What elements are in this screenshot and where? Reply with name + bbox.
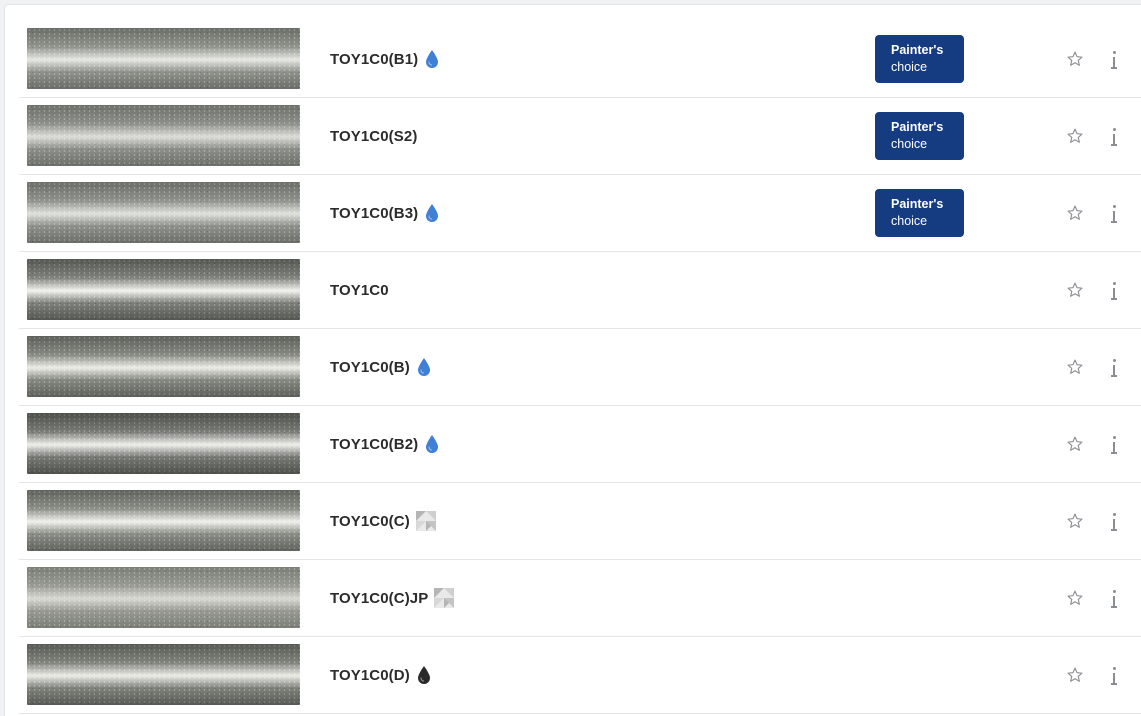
info-icon[interactable] — [1109, 510, 1119, 532]
info-icon[interactable] — [1109, 587, 1119, 609]
conversion-icon — [434, 588, 455, 608]
water-drop-icon — [426, 204, 439, 222]
color-name-wrap: TOY1C0(B2) — [330, 406, 440, 482]
color-row[interactable]: TOY1C0(B) — [19, 329, 1141, 406]
color-code[interactable]: TOY1C0(B) — [330, 359, 410, 376]
color-row[interactable]: TOY1C0(C) — [19, 483, 1141, 560]
metallic-grain-texture — [27, 490, 300, 551]
painters-choice-badge: Painter's choice — [875, 189, 964, 237]
water-drop-icon — [417, 358, 430, 376]
badge-line-1: Painter's — [891, 120, 944, 134]
metallic-grain-texture — [27, 644, 300, 705]
info-icon[interactable] — [1109, 356, 1119, 378]
badge-line-1: Painter's — [891, 197, 944, 211]
metallic-grain-texture — [27, 336, 300, 397]
color-results-list: TOY1C0(B1) Painter's choice TOY1C0(S2) Paint… — [19, 21, 1141, 714]
info-icon[interactable] — [1109, 125, 1119, 147]
info-icon[interactable] — [1109, 279, 1119, 301]
color-row[interactable]: TOY1C0(C)JP — [19, 560, 1141, 637]
solvent-drop-icon — [417, 666, 430, 684]
color-name-wrap: TOY1C0(B) — [330, 329, 432, 405]
color-code[interactable]: TOY1C0(C)JP — [330, 590, 428, 607]
painters-choice-badge: Painter's choice — [875, 35, 964, 83]
favorite-star-icon[interactable] — [1066, 512, 1084, 530]
color-code[interactable]: TOY1C0(D) — [330, 667, 410, 684]
badge-line-2: choice — [891, 137, 928, 151]
info-icon[interactable] — [1109, 202, 1119, 224]
favorite-star-icon[interactable] — [1066, 666, 1084, 684]
color-swatch[interactable] — [27, 259, 300, 320]
metallic-grain-texture — [27, 182, 300, 243]
color-swatch[interactable] — [27, 182, 300, 243]
favorite-star-icon[interactable] — [1066, 589, 1084, 607]
color-row[interactable]: TOY1C0(S2) Painter's choice — [19, 98, 1141, 175]
color-name-wrap: TOY1C0 — [330, 252, 389, 328]
favorite-star-icon[interactable] — [1066, 127, 1084, 145]
favorite-star-icon[interactable] — [1066, 204, 1084, 222]
favorite-star-icon[interactable] — [1066, 50, 1084, 68]
badge-line-2: choice — [891, 60, 928, 74]
color-row[interactable]: TOY1C0(B3) Painter's choice — [19, 175, 1141, 252]
color-code[interactable]: TOY1C0(S2) — [330, 128, 417, 145]
color-code[interactable]: TOY1C0(B2) — [330, 436, 418, 453]
metallic-grain-texture — [27, 28, 300, 89]
color-row[interactable]: TOY1C0(B1) Painter's choice — [19, 21, 1141, 98]
conversion-icon — [415, 511, 436, 531]
color-swatch[interactable] — [27, 336, 300, 397]
color-swatch[interactable] — [27, 644, 300, 705]
metallic-grain-texture — [27, 413, 300, 474]
color-name-wrap: TOY1C0(C) — [330, 483, 436, 559]
badge-line-1: Painter's — [891, 43, 944, 57]
color-name-wrap: TOY1C0(D) — [330, 637, 432, 713]
color-swatch[interactable] — [27, 490, 300, 551]
color-row[interactable]: TOY1C0(B2) — [19, 406, 1141, 483]
color-name-wrap: TOY1C0(S2) — [330, 98, 417, 174]
info-icon[interactable] — [1109, 433, 1119, 455]
color-code[interactable]: TOY1C0(C) — [330, 513, 410, 530]
color-code[interactable]: TOY1C0 — [330, 282, 389, 299]
info-icon[interactable] — [1109, 664, 1119, 686]
metallic-grain-texture — [27, 259, 300, 320]
water-drop-icon — [426, 50, 439, 68]
color-row[interactable]: TOY1C0 — [19, 252, 1141, 329]
favorite-star-icon[interactable] — [1066, 281, 1084, 299]
color-name-wrap: TOY1C0(C)JP — [330, 560, 455, 636]
color-swatch[interactable] — [27, 567, 300, 628]
favorite-star-icon[interactable] — [1066, 435, 1084, 453]
color-swatch[interactable] — [27, 105, 300, 166]
painters-choice-badge: Painter's choice — [875, 112, 964, 160]
water-drop-icon — [426, 435, 439, 453]
color-row[interactable]: TOY1C0(D) — [19, 637, 1141, 714]
color-code[interactable]: TOY1C0(B1) — [330, 51, 418, 68]
color-swatch[interactable] — [27, 28, 300, 89]
color-swatch[interactable] — [27, 413, 300, 474]
info-icon[interactable] — [1109, 48, 1119, 70]
metallic-grain-texture — [27, 105, 300, 166]
color-name-wrap: TOY1C0(B3) — [330, 175, 440, 251]
badge-line-2: choice — [891, 214, 928, 228]
color-code[interactable]: TOY1C0(B3) — [330, 205, 418, 222]
metallic-grain-texture — [27, 567, 300, 628]
color-name-wrap: TOY1C0(B1) — [330, 21, 440, 97]
color-results-panel: TOY1C0(B1) Painter's choice TOY1C0(S2) Paint… — [4, 4, 1141, 716]
favorite-star-icon[interactable] — [1066, 358, 1084, 376]
